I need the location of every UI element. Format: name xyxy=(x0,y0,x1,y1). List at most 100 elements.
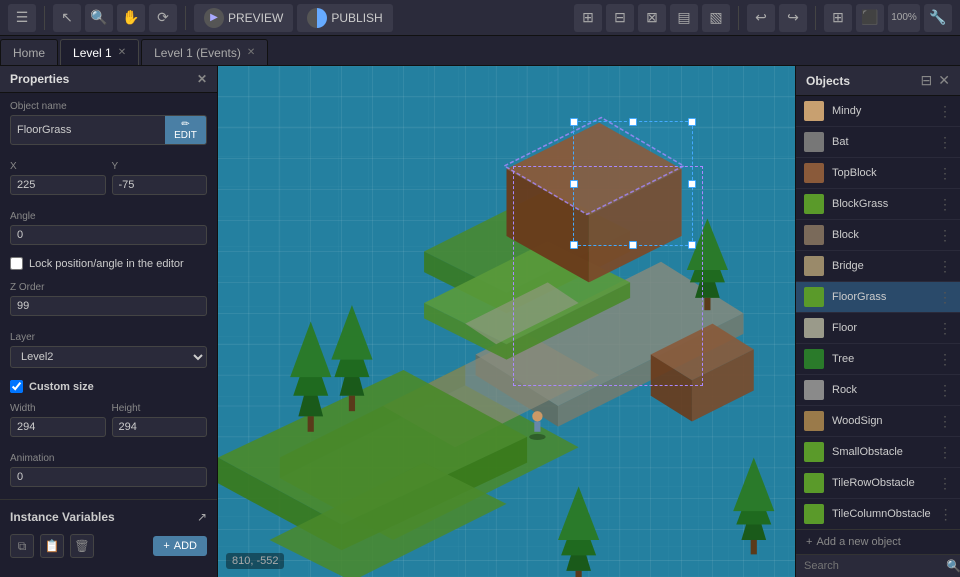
search-input[interactable] xyxy=(804,560,946,572)
angle-label: Angle xyxy=(10,211,207,222)
object-menu-rock[interactable]: ⋮ xyxy=(938,382,952,399)
tool-1[interactable]: ⊞ xyxy=(574,4,602,32)
object-menu-floorgrass[interactable]: ⋮ xyxy=(938,289,952,306)
object-menu-blockgrass[interactable]: ⋮ xyxy=(938,196,952,213)
lock-checkbox[interactable] xyxy=(10,257,23,270)
tool-3[interactable]: ⊠ xyxy=(638,4,666,32)
object-item-bat[interactable]: Bat⋮ xyxy=(796,127,960,158)
object-name-input[interactable] xyxy=(11,116,165,144)
zorder-section: Z Order xyxy=(0,274,217,324)
object-item-mindy[interactable]: Mindy⋮ xyxy=(796,96,960,127)
object-item-tilerowobstacle[interactable]: TileRowObstacle⋮ xyxy=(796,468,960,499)
canvas-area[interactable]: 810, -552 xyxy=(218,66,795,577)
zorder-input[interactable] xyxy=(10,296,207,316)
settings-button[interactable]: 🔧 xyxy=(924,4,952,32)
properties-panel: Properties ✕ Object name ✏ EDIT X Y xyxy=(0,66,218,577)
object-menu-tree[interactable]: ⋮ xyxy=(938,351,952,368)
properties-close[interactable]: ✕ xyxy=(197,72,207,86)
preview-button[interactable]: ▶ PREVIEW xyxy=(194,4,293,32)
custom-size-row: Custom size xyxy=(0,376,217,395)
preview-label: PREVIEW xyxy=(228,11,283,25)
delete-icon[interactable]: 🗑 xyxy=(70,534,94,558)
edit-button[interactable]: ✏ EDIT xyxy=(165,116,206,144)
copy-icon[interactable]: ⧉ xyxy=(10,534,34,558)
object-item-topblock[interactable]: TopBlock⋮ xyxy=(796,158,960,189)
undo-button[interactable]: ↩ xyxy=(747,4,775,32)
object-name-blockgrass: BlockGrass xyxy=(832,198,930,210)
object-menu-tilerowobstacle[interactable]: ⋮ xyxy=(938,475,952,492)
tab-level1-close[interactable]: ✕ xyxy=(118,47,126,58)
object-item-tree[interactable]: Tree⋮ xyxy=(796,344,960,375)
iso-scene xyxy=(218,66,795,577)
object-menu-smallobstacle[interactable]: ⋮ xyxy=(938,444,952,461)
paste-icon[interactable]: 📋 xyxy=(40,534,64,558)
tab-level1[interactable]: Level 1 ✕ xyxy=(60,39,139,65)
select-tool[interactable]: ↖ xyxy=(53,4,81,32)
layer-select[interactable]: Level2 Level1 Background xyxy=(10,346,207,368)
height-label: Height xyxy=(112,403,208,414)
object-name-section: Object name ✏ EDIT xyxy=(0,93,217,153)
custom-size-checkbox[interactable] xyxy=(10,380,23,393)
angle-section: Angle xyxy=(0,203,217,253)
rotate-tool[interactable]: ⟳ xyxy=(149,4,177,32)
layer-label: Layer xyxy=(10,332,207,343)
search-row: 🔍 xyxy=(796,554,960,577)
width-label: Width xyxy=(10,403,106,414)
angle-input[interactable] xyxy=(10,225,207,245)
add-icon: + xyxy=(163,540,169,552)
x-input[interactable] xyxy=(10,175,106,195)
separator-4 xyxy=(815,6,816,30)
object-name-field: ✏ EDIT xyxy=(10,115,207,145)
layers-button[interactable]: ⬛ xyxy=(856,4,884,32)
tool-2[interactable]: ⊟ xyxy=(606,4,634,32)
object-item-rock[interactable]: Rock⋮ xyxy=(796,375,960,406)
zoom-tool[interactable]: 🔍 xyxy=(85,4,113,32)
height-input[interactable] xyxy=(112,417,208,437)
add-button[interactable]: + ADD xyxy=(153,536,207,556)
animation-label: Animation xyxy=(10,453,207,464)
filter-icon[interactable]: ⊟ xyxy=(921,72,933,89)
tool-5[interactable]: ▧ xyxy=(702,4,730,32)
publish-button[interactable]: PUBLISH xyxy=(297,4,392,32)
width-input[interactable] xyxy=(10,417,106,437)
hand-tool[interactable]: ✋ xyxy=(117,4,145,32)
object-menu-block[interactable]: ⋮ xyxy=(938,227,952,244)
object-item-woodsign[interactable]: WoodSign⋮ xyxy=(796,406,960,437)
grid-button[interactable]: ⊞ xyxy=(824,4,852,32)
object-item-smallobstacle[interactable]: SmallObstacle ⋮ xyxy=(796,437,960,468)
object-item-floorgrass[interactable]: FloorGrass⋮ xyxy=(796,282,960,313)
object-item-blockgrass[interactable]: BlockGrass ⋮ xyxy=(796,189,960,220)
x-label: X xyxy=(10,161,106,172)
layer-section: Layer Level2 Level1 Background xyxy=(0,324,217,376)
zoom-level[interactable]: 100% xyxy=(888,4,920,32)
coords-display: 810, -552 xyxy=(226,553,284,569)
object-menu-floor[interactable]: ⋮ xyxy=(938,320,952,337)
object-item-block[interactable]: Block⋮ xyxy=(796,220,960,251)
object-menu-bridge[interactable]: ⋮ xyxy=(938,258,952,275)
object-sprite-rock xyxy=(804,380,824,400)
separator-2 xyxy=(185,6,186,30)
add-object-row[interactable]: + Add a new object xyxy=(796,529,960,554)
objects-close-icon[interactable]: ✕ xyxy=(938,72,950,89)
object-item-tilecolumnobstacle[interactable]: TileColumnObstacle⋮ xyxy=(796,499,960,529)
tab-home[interactable]: Home xyxy=(0,39,58,65)
object-item-bridge[interactable]: Bridge⋮ xyxy=(796,251,960,282)
objects-panel: Objects ⊟ ✕ Mindy⋮Bat⋮TopBlock⋮BlockGras… xyxy=(795,66,960,577)
object-menu-tilecolumnobstacle[interactable]: ⋮ xyxy=(939,506,953,523)
tab-level1-events-close[interactable]: ✕ xyxy=(247,47,255,58)
external-link-icon[interactable]: ↗ xyxy=(197,510,207,524)
animation-input[interactable] xyxy=(10,467,207,487)
object-menu-mindy[interactable]: ⋮ xyxy=(938,103,952,120)
hamburger-menu[interactable]: ☰ xyxy=(8,4,36,32)
search-icon: 🔍 xyxy=(946,559,960,573)
y-input[interactable] xyxy=(112,175,208,195)
object-menu-topblock[interactable]: ⋮ xyxy=(938,165,952,182)
redo-button[interactable]: ↪ xyxy=(779,4,807,32)
tool-4[interactable]: ▤ xyxy=(670,4,698,32)
tab-level1-events[interactable]: Level 1 (Events) ✕ xyxy=(141,39,268,65)
object-menu-woodsign[interactable]: ⋮ xyxy=(938,413,952,430)
tab-bar: Home Level 1 ✕ Level 1 (Events) ✕ xyxy=(0,36,960,66)
object-name-smallobstacle: SmallObstacle xyxy=(832,446,930,458)
object-item-floor[interactable]: Floor⋮ xyxy=(796,313,960,344)
object-menu-bat[interactable]: ⋮ xyxy=(938,134,952,151)
